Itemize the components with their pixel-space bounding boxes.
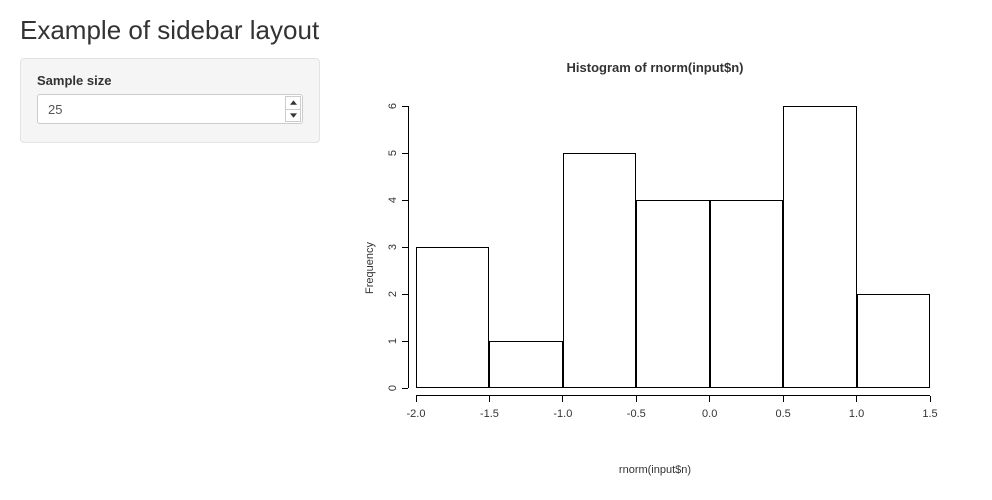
y-tick: 3 [382, 241, 408, 253]
tick-mark [402, 247, 408, 248]
tick-mark [402, 106, 408, 107]
y-tick: 2 [382, 288, 408, 300]
y-tick-label: 4 [387, 195, 399, 205]
y-tick: 1 [382, 335, 408, 347]
histogram-bar [857, 294, 930, 388]
y-tick: 6 [382, 100, 408, 112]
y-axis-label: Frequency [364, 242, 376, 294]
y-tick-label: 5 [387, 148, 399, 158]
layout-row: Sample size Histogram of rnorm(input$n) … [20, 58, 972, 478]
tick-mark [402, 200, 408, 201]
x-tick-label: -1.0 [553, 408, 572, 420]
x-tick: 1.0 [842, 396, 872, 420]
x-tick: -1.0 [548, 396, 578, 420]
histogram-bar [563, 153, 636, 388]
tick-mark [562, 396, 563, 402]
histogram-bar [416, 247, 489, 388]
spinner-down-button[interactable] [285, 109, 301, 123]
y-tick: 5 [382, 147, 408, 159]
sample-size-input-wrap [37, 94, 303, 124]
sidebar-panel: Sample size [20, 58, 320, 143]
x-tick-label: 1.0 [849, 408, 864, 420]
y-tick: 4 [382, 194, 408, 206]
tick-mark [636, 396, 637, 402]
tick-mark [856, 396, 857, 402]
tick-mark [709, 396, 710, 402]
histogram-bar [489, 341, 562, 388]
x-tick-label: -0.5 [627, 408, 646, 420]
tick-mark [402, 153, 408, 154]
x-tick-label: -2.0 [407, 408, 426, 420]
tick-mark [489, 396, 490, 402]
tick-mark [416, 396, 417, 402]
chevron-down-icon [290, 113, 297, 118]
x-tick: -0.5 [621, 396, 651, 420]
y-tick-label: 3 [387, 242, 399, 252]
y-tick-label: 6 [387, 101, 399, 111]
x-tick-label: 0.0 [702, 408, 717, 420]
plot-title: Histogram of rnorm(input$n) [350, 60, 960, 75]
x-tick-label: -1.5 [480, 408, 499, 420]
histogram-bar [710, 200, 783, 388]
x-tick-label: 0.5 [775, 408, 790, 420]
histogram-bar [783, 106, 856, 388]
tick-mark [402, 341, 408, 342]
y-tick-label: 0 [387, 383, 399, 393]
tick-mark [930, 396, 931, 402]
sample-size-label: Sample size [37, 73, 303, 88]
tick-mark [402, 388, 408, 389]
x-tick: 0.0 [695, 396, 725, 420]
y-tick-label: 2 [387, 289, 399, 299]
x-tick: 1.5 [915, 396, 945, 420]
sample-size-spinners [285, 96, 301, 122]
chevron-up-icon [290, 100, 297, 105]
y-tick: 0 [382, 382, 408, 394]
tick-mark [783, 396, 784, 402]
x-tick: 0.5 [768, 396, 798, 420]
plot-area: -2.0-1.5-1.0-0.50.00.51.01.50123456 [408, 106, 938, 396]
x-axis-label: rnorm(input$n) [350, 464, 960, 476]
x-tick-label: 1.5 [922, 408, 937, 420]
y-tick-label: 1 [387, 336, 399, 346]
main-panel: Histogram of rnorm(input$n) Frequency rn… [350, 58, 972, 478]
x-tick: -2.0 [401, 396, 431, 420]
tick-mark [402, 294, 408, 295]
x-tick: -1.5 [474, 396, 504, 420]
histogram-plot: Histogram of rnorm(input$n) Frequency rn… [350, 58, 960, 478]
histogram-bar [636, 200, 709, 388]
sample-size-input[interactable] [37, 94, 303, 124]
y-axis-line [408, 106, 409, 388]
page-title: Example of sidebar layout [20, 15, 972, 46]
spinner-up-button[interactable] [285, 96, 301, 109]
